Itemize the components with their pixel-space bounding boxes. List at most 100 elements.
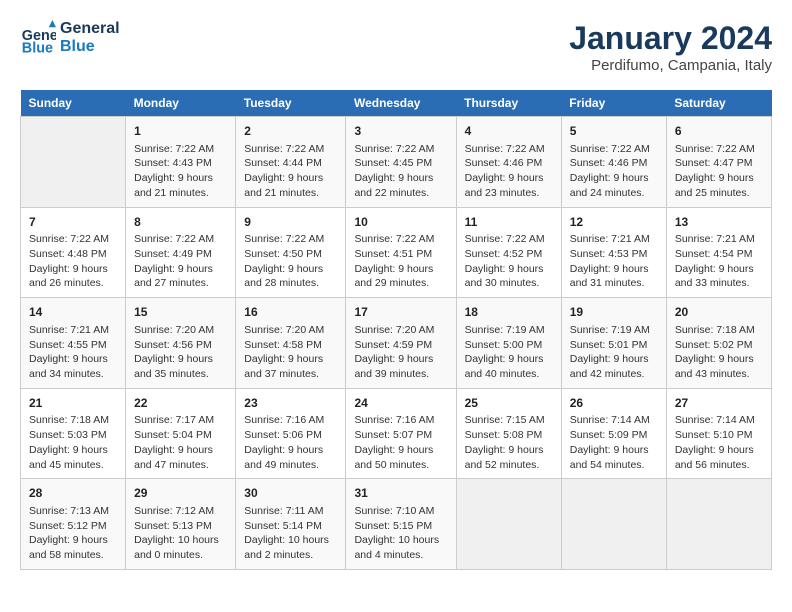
subtitle: Perdifumo, Campania, Italy bbox=[569, 57, 772, 74]
day-info: Sunrise: 7:22 AMSunset: 4:46 PMDaylight:… bbox=[465, 142, 553, 201]
day-info: Sunrise: 7:17 AMSunset: 5:04 PMDaylight:… bbox=[134, 413, 227, 472]
day-cell: 26Sunrise: 7:14 AMSunset: 5:09 PMDayligh… bbox=[561, 388, 666, 479]
day-cell: 28 Sunrise: 7:13 AMSunset: 5:12 PMDayligh… bbox=[21, 479, 126, 570]
calendar-table: SundayMondayTuesdayWednesdayThursdayFrid… bbox=[20, 90, 772, 570]
day-info: Sunrise: 7:21 AMSunset: 4:53 PMDaylight:… bbox=[570, 232, 658, 291]
day-number: 16 bbox=[244, 304, 337, 321]
day-info: Sunrise: 7:22 AMSunset: 4:48 PMDaylight:… bbox=[29, 232, 117, 291]
col-header-monday: Monday bbox=[126, 90, 236, 117]
day-cell: 30 Sunrise: 7:11 AMSunset: 5:14 PMDayligh… bbox=[236, 479, 346, 570]
day-info: Sunrise: 7:12 AMSunset: 5:13 PMDaylight:… bbox=[134, 504, 227, 563]
day-number: 2 bbox=[244, 123, 337, 140]
day-cell: 12Sunrise: 7:21 AMSunset: 4:53 PMDayligh… bbox=[561, 207, 666, 298]
day-number: 26 bbox=[570, 395, 658, 412]
day-cell: 29 Sunrise: 7:12 AMSunset: 5:13 PMDayligh… bbox=[126, 479, 236, 570]
day-info: Sunrise: 7:22 AMSunset: 4:49 PMDaylight:… bbox=[134, 232, 227, 291]
day-info: Sunrise: 7:22 AMSunset: 4:52 PMDaylight:… bbox=[465, 232, 553, 291]
col-header-wednesday: Wednesday bbox=[346, 90, 456, 117]
day-number: 30 bbox=[244, 485, 337, 502]
day-cell: 19 Sunrise: 7:19 AMSunset: 5:01 PMDayligh… bbox=[561, 298, 666, 389]
day-info: Sunrise: 7:11 AMSunset: 5:14 PMDaylight:… bbox=[244, 504, 337, 563]
col-header-saturday: Saturday bbox=[666, 90, 771, 117]
col-header-sunday: Sunday bbox=[21, 90, 126, 117]
day-number: 4 bbox=[465, 123, 553, 140]
day-number: 23 bbox=[244, 395, 337, 412]
title-block: January 2024 Perdifumo, Campania, Italy bbox=[569, 20, 772, 74]
day-number: 9 bbox=[244, 214, 337, 231]
week-row-2: 7Sunrise: 7:22 AMSunset: 4:48 PMDaylight… bbox=[21, 207, 772, 298]
day-number: 14 bbox=[29, 304, 117, 321]
day-cell: 8Sunrise: 7:22 AMSunset: 4:49 PMDaylight… bbox=[126, 207, 236, 298]
day-info: Sunrise: 7:15 AMSunset: 5:08 PMDaylight:… bbox=[465, 413, 553, 472]
day-number: 18 bbox=[465, 304, 553, 321]
day-cell: 9Sunrise: 7:22 AMSunset: 4:50 PMDaylight… bbox=[236, 207, 346, 298]
calendar-header: SundayMondayTuesdayWednesdayThursdayFrid… bbox=[21, 90, 772, 117]
day-cell bbox=[666, 479, 771, 570]
day-info: Sunrise: 7:22 AMSunset: 4:46 PMDaylight:… bbox=[570, 142, 658, 201]
day-info: Sunrise: 7:21 AMSunset: 4:54 PMDaylight:… bbox=[675, 232, 763, 291]
day-cell: 4 Sunrise: 7:22 AMSunset: 4:46 PMDaylight… bbox=[456, 117, 561, 208]
svg-text:Blue: Blue bbox=[22, 40, 53, 56]
day-number: 28 bbox=[29, 485, 117, 502]
day-number: 21 bbox=[29, 395, 117, 412]
day-number: 12 bbox=[570, 214, 658, 231]
day-info: Sunrise: 7:22 AMSunset: 4:51 PMDaylight:… bbox=[354, 232, 447, 291]
day-number: 7 bbox=[29, 214, 117, 231]
header-row: SundayMondayTuesdayWednesdayThursdayFrid… bbox=[21, 90, 772, 117]
day-number: 24 bbox=[354, 395, 447, 412]
day-cell: 25Sunrise: 7:15 AMSunset: 5:08 PMDayligh… bbox=[456, 388, 561, 479]
day-info: Sunrise: 7:20 AMSunset: 4:58 PMDaylight:… bbox=[244, 323, 337, 382]
logo: General Blue General Blue bbox=[20, 20, 120, 56]
col-header-friday: Friday bbox=[561, 90, 666, 117]
day-cell: 2Sunrise: 7:22 AMSunset: 4:44 PMDaylight… bbox=[236, 117, 346, 208]
day-cell: 27Sunrise: 7:14 AMSunset: 5:10 PMDayligh… bbox=[666, 388, 771, 479]
day-info: Sunrise: 7:20 AMSunset: 4:59 PMDaylight:… bbox=[354, 323, 447, 382]
day-info: Sunrise: 7:22 AMSunset: 4:47 PMDaylight:… bbox=[675, 142, 763, 201]
day-cell bbox=[21, 117, 126, 208]
logo-line1: General bbox=[60, 20, 120, 38]
day-number: 11 bbox=[465, 214, 553, 231]
day-cell: 13Sunrise: 7:21 AMSunset: 4:54 PMDayligh… bbox=[666, 207, 771, 298]
day-info: Sunrise: 7:19 AMSunset: 5:00 PMDaylight:… bbox=[465, 323, 553, 382]
day-cell: 11Sunrise: 7:22 AMSunset: 4:52 PMDayligh… bbox=[456, 207, 561, 298]
day-cell: 10Sunrise: 7:22 AMSunset: 4:51 PMDayligh… bbox=[346, 207, 456, 298]
day-number: 6 bbox=[675, 123, 763, 140]
day-info: Sunrise: 7:16 AMSunset: 5:06 PMDaylight:… bbox=[244, 413, 337, 472]
day-cell: 16 Sunrise: 7:20 AMSunset: 4:58 PMDayligh… bbox=[236, 298, 346, 389]
day-info: Sunrise: 7:22 AMSunset: 4:45 PMDaylight:… bbox=[354, 142, 447, 201]
day-cell: 6 Sunrise: 7:22 AMSunset: 4:47 PMDaylight… bbox=[666, 117, 771, 208]
day-cell: 7Sunrise: 7:22 AMSunset: 4:48 PMDaylight… bbox=[21, 207, 126, 298]
logo-line2: Blue bbox=[60, 38, 120, 56]
week-row-1: 1Sunrise: 7:22 AMSunset: 4:43 PMDaylight… bbox=[21, 117, 772, 208]
day-number: 29 bbox=[134, 485, 227, 502]
day-cell: 20 Sunrise: 7:18 AMSunset: 5:02 PMDayligh… bbox=[666, 298, 771, 389]
day-number: 10 bbox=[354, 214, 447, 231]
week-row-5: 28 Sunrise: 7:13 AMSunset: 5:12 PMDayligh… bbox=[21, 479, 772, 570]
day-cell bbox=[561, 479, 666, 570]
day-info: Sunrise: 7:20 AMSunset: 4:56 PMDaylight:… bbox=[134, 323, 227, 382]
day-cell: 14 Sunrise: 7:21 AMSunset: 4:55 PMDayligh… bbox=[21, 298, 126, 389]
page-header: General Blue General Blue January 2024 P… bbox=[20, 20, 772, 74]
day-number: 25 bbox=[465, 395, 553, 412]
day-info: Sunrise: 7:19 AMSunset: 5:01 PMDaylight:… bbox=[570, 323, 658, 382]
logo-icon: General Blue bbox=[20, 20, 56, 56]
day-number: 27 bbox=[675, 395, 763, 412]
day-info: Sunrise: 7:18 AMSunset: 5:02 PMDaylight:… bbox=[675, 323, 763, 382]
day-cell: 31Sunrise: 7:10 AMSunset: 5:15 PMDayligh… bbox=[346, 479, 456, 570]
day-cell: 3Sunrise: 7:22 AMSunset: 4:45 PMDaylight… bbox=[346, 117, 456, 208]
day-cell: 21Sunrise: 7:18 AMSunset: 5:03 PMDayligh… bbox=[21, 388, 126, 479]
day-info: Sunrise: 7:22 AMSunset: 4:50 PMDaylight:… bbox=[244, 232, 337, 291]
day-number: 19 bbox=[570, 304, 658, 321]
day-number: 13 bbox=[675, 214, 763, 231]
day-info: Sunrise: 7:10 AMSunset: 5:15 PMDaylight:… bbox=[354, 504, 447, 563]
day-cell: 22Sunrise: 7:17 AMSunset: 5:04 PMDayligh… bbox=[126, 388, 236, 479]
calendar-body: 1Sunrise: 7:22 AMSunset: 4:43 PMDaylight… bbox=[21, 117, 772, 570]
week-row-3: 14 Sunrise: 7:21 AMSunset: 4:55 PMDayligh… bbox=[21, 298, 772, 389]
day-info: Sunrise: 7:21 AMSunset: 4:55 PMDaylight:… bbox=[29, 323, 117, 382]
day-cell: 18 Sunrise: 7:19 AMSunset: 5:00 PMDayligh… bbox=[456, 298, 561, 389]
day-info: Sunrise: 7:14 AMSunset: 5:09 PMDaylight:… bbox=[570, 413, 658, 472]
day-cell: 1Sunrise: 7:22 AMSunset: 4:43 PMDaylight… bbox=[126, 117, 236, 208]
day-number: 20 bbox=[675, 304, 763, 321]
col-header-tuesday: Tuesday bbox=[236, 90, 346, 117]
day-info: Sunrise: 7:13 AMSunset: 5:12 PMDaylight:… bbox=[29, 504, 117, 563]
